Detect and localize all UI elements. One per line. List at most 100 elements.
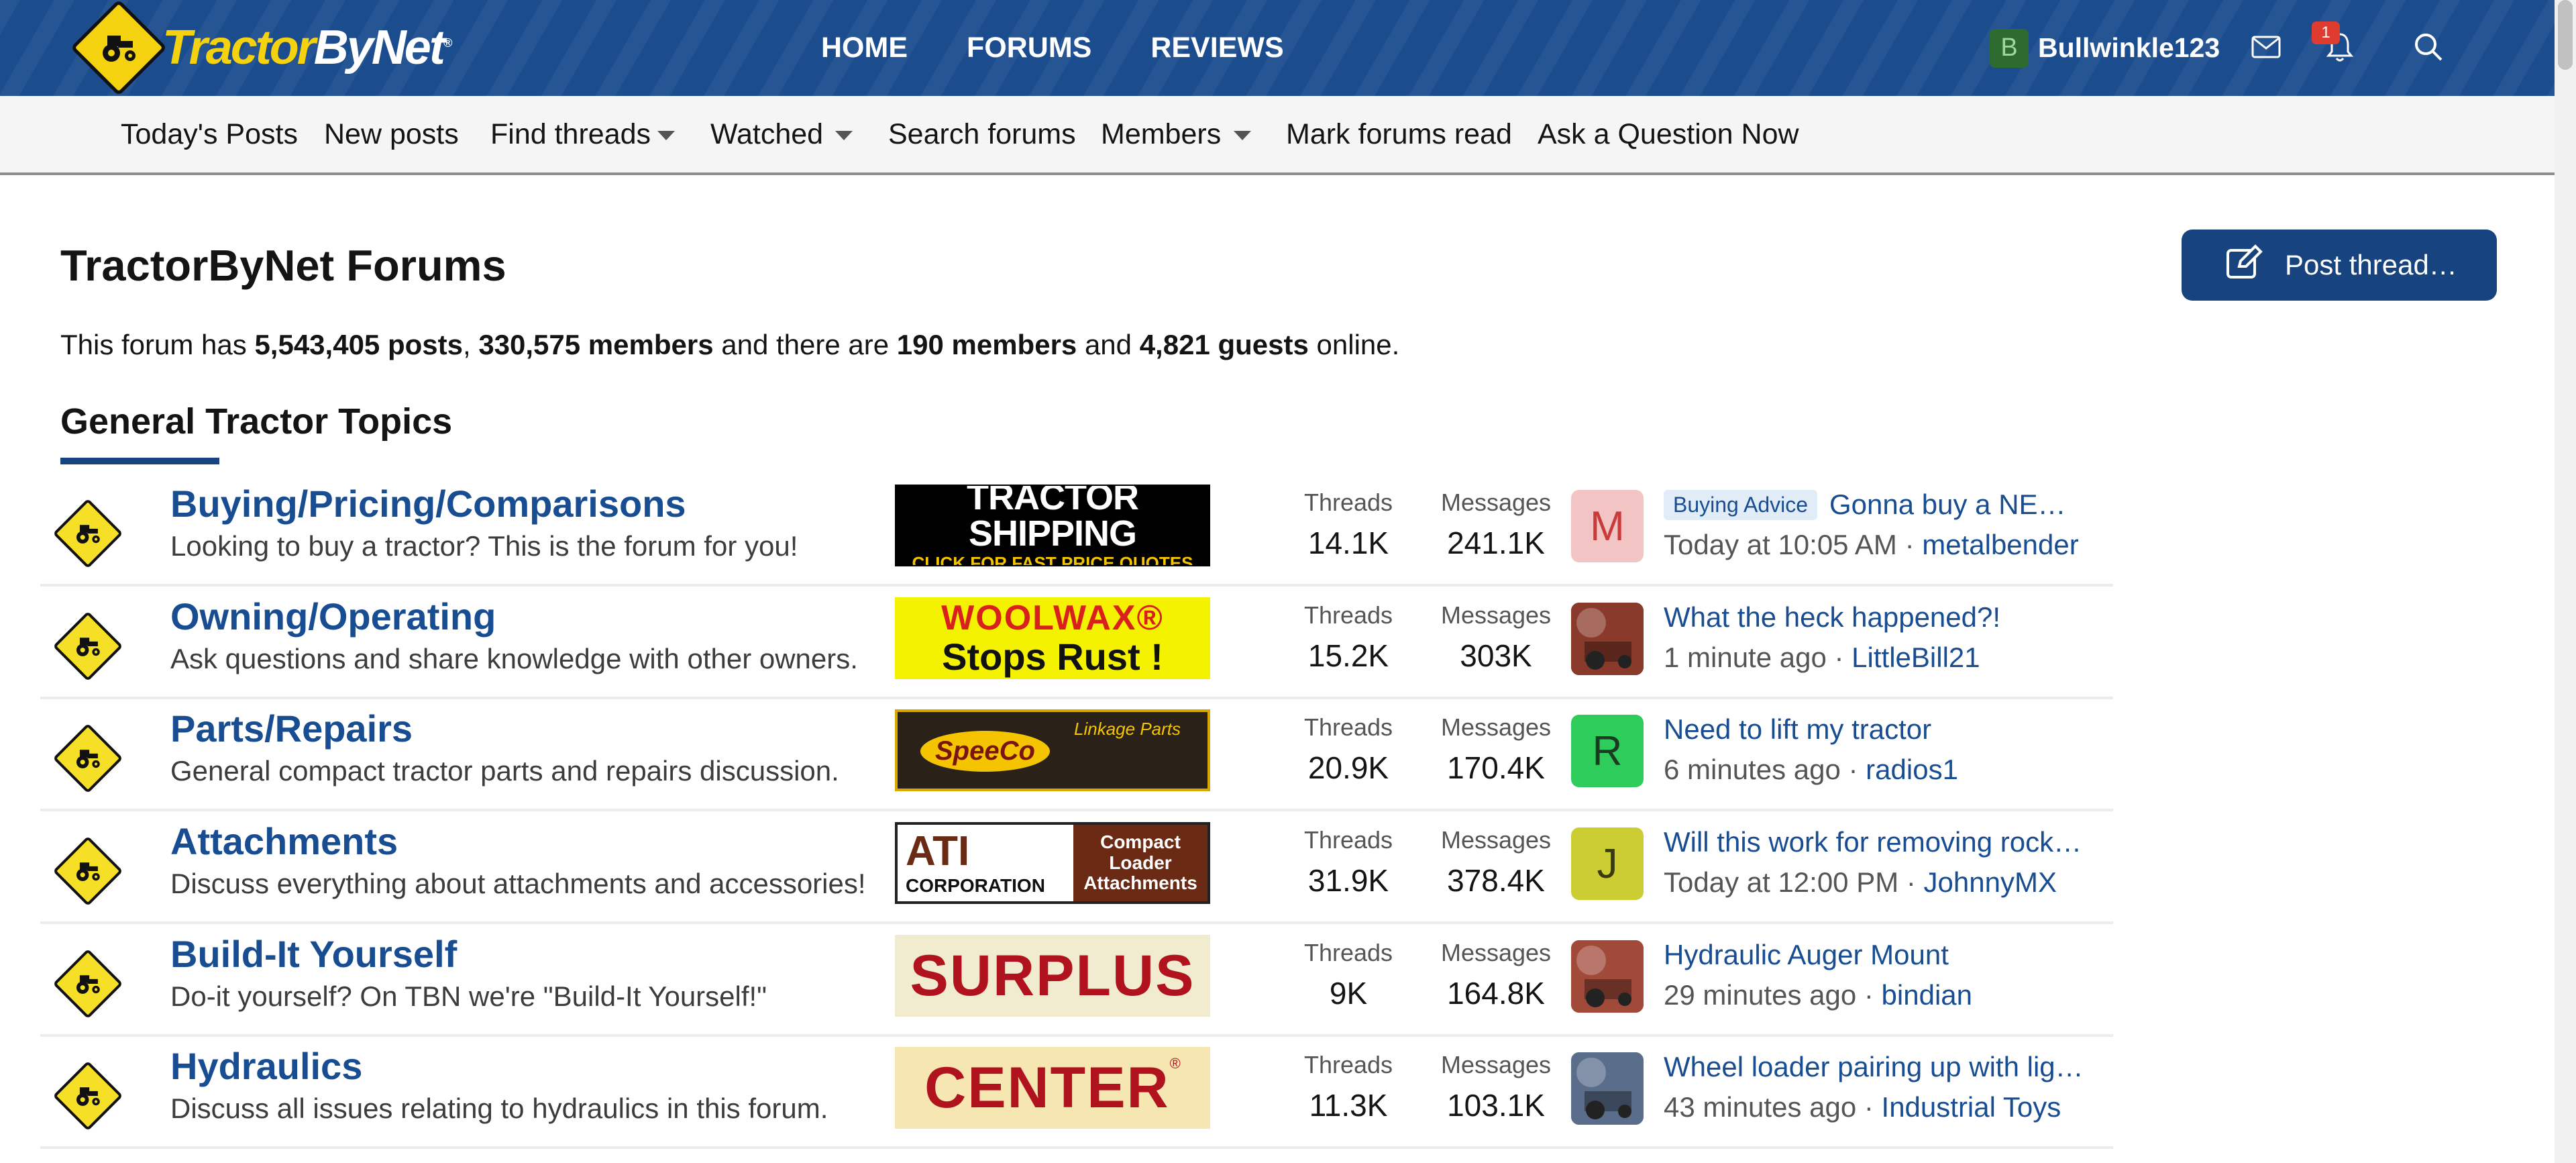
site-header: TractorByNet® HOME FORUMS REVIEWS B Bull… bbox=[0, 0, 2555, 97]
subnav-members[interactable]: Members bbox=[1101, 96, 1221, 172]
latest-meta: 43 minutes ago · Industrial Toys bbox=[1664, 1091, 2061, 1123]
forum-description: Ask questions and share knowledge with o… bbox=[170, 643, 858, 674]
latest-user[interactable]: JohnnyMX bbox=[1924, 866, 2057, 898]
avatar-letter: R bbox=[1592, 727, 1623, 774]
latest-time[interactable]: 1 minute ago bbox=[1664, 642, 1827, 673]
logo-registered-mark: ® bbox=[443, 36, 452, 50]
subnav-search-forums[interactable]: Search forums bbox=[888, 96, 1076, 172]
subnav-ask-question[interactable]: Ask a Question Now bbox=[1538, 96, 1799, 172]
username: Bullwinkle123 bbox=[2038, 32, 2220, 63]
meta-separator: · bbox=[1856, 1091, 1882, 1123]
latest-time[interactable]: 6 minutes ago bbox=[1664, 754, 1841, 785]
messages-label: Messages bbox=[1440, 939, 1552, 966]
ad-line-2: CORPORATION bbox=[906, 875, 1045, 896]
subnav-new-posts[interactable]: New posts bbox=[324, 96, 459, 172]
main-nav: HOME FORUMS REVIEWS bbox=[821, 0, 1343, 96]
forum-title[interactable]: Buying/Pricing/Comparisons bbox=[170, 482, 686, 525]
messages-label: Messages bbox=[1440, 601, 1552, 629]
latest-time[interactable]: Today at 10:05 AM bbox=[1664, 529, 1897, 560]
messages-count: 170.4K bbox=[1447, 750, 1545, 785]
nav-reviews[interactable]: REVIEWS bbox=[1150, 0, 1283, 96]
nav-home[interactable]: HOME bbox=[821, 0, 908, 96]
latest-user[interactable]: LittleBill21 bbox=[1851, 642, 1980, 673]
latest-user[interactable]: Industrial Toys bbox=[1882, 1091, 2061, 1123]
search-icon[interactable] bbox=[2408, 27, 2449, 67]
ad-line-1: SURPLUS bbox=[910, 943, 1195, 1008]
find-threads-chevron-down-icon[interactable] bbox=[657, 131, 675, 140]
latest-thread-link[interactable]: Wheel loader pairing up with lig… bbox=[1664, 1051, 2084, 1083]
latest-time[interactable]: 29 minutes ago bbox=[1664, 979, 1856, 1011]
subnav-find-threads[interactable]: Find threads bbox=[490, 96, 651, 172]
latest-user[interactable]: metalbender bbox=[1922, 529, 2078, 560]
latest-thread: Hydraulic Auger Mount bbox=[1664, 939, 1949, 971]
sponsor-ad-banner[interactable]: ATI CORPORATION Compact Loader Attachments bbox=[895, 822, 1210, 904]
forum-row: Buying/Pricing/Comparisons Looking to buy… bbox=[40, 475, 2113, 587]
ad-line-1: ATI bbox=[906, 828, 970, 874]
latest-thread-link[interactable]: What the heck happened?! bbox=[1664, 601, 2000, 634]
nav-forums[interactable]: FORUMS bbox=[967, 0, 1091, 96]
latest-thread-link[interactable]: Hydraulic Auger Mount bbox=[1664, 939, 1949, 971]
avatar-letter: M bbox=[1590, 503, 1625, 550]
latest-user[interactable]: radios1 bbox=[1866, 754, 1958, 785]
tractor-logo-icon bbox=[70, 0, 168, 97]
forum-description: Discuss all issues relating to hydraulic… bbox=[170, 1093, 828, 1124]
latest-user[interactable]: bindian bbox=[1882, 979, 1972, 1011]
messages-label: Messages bbox=[1440, 826, 1552, 854]
latest-thread-link[interactable]: Gonna buy a NE… bbox=[1829, 489, 2066, 521]
page-scrollbar[interactable] bbox=[2555, 0, 2576, 1163]
forum-title[interactable]: Attachments bbox=[170, 819, 398, 863]
forum-row: Owning/Operating Ask questions and share … bbox=[40, 588, 2113, 699]
mail-icon[interactable] bbox=[2246, 27, 2286, 67]
last-poster-avatar[interactable] bbox=[1571, 603, 1644, 675]
post-thread-button[interactable]: Post thread… bbox=[2182, 230, 2497, 301]
subnav-watched[interactable]: Watched bbox=[710, 96, 823, 172]
sponsor-ad-banner[interactable]: CENTER ® bbox=[895, 1047, 1210, 1129]
threads-label: Threads bbox=[1303, 826, 1393, 854]
forum-row: Build-It Yourself Do-it yourself? On TBN … bbox=[40, 925, 2113, 1037]
forum-title[interactable]: Owning/Operating bbox=[170, 595, 496, 638]
latest-thread-link[interactable]: Need to lift my tractor bbox=[1664, 713, 1931, 746]
subnav-mark-forums-read[interactable]: Mark forums read bbox=[1286, 96, 1512, 172]
stats-online-members: 190 members bbox=[896, 329, 1077, 360]
subnav-todays-posts[interactable]: Today's Posts bbox=[121, 96, 298, 172]
forum-tractor-icon bbox=[52, 498, 123, 569]
latest-time[interactable]: Today at 12:00 PM bbox=[1664, 866, 1898, 898]
threads-count: 14.1K bbox=[1307, 525, 1389, 560]
section-title[interactable]: General Tractor Topics bbox=[60, 401, 452, 442]
avatar-letter: J bbox=[1597, 840, 1618, 887]
site-logo[interactable]: TractorByNet® bbox=[70, 0, 452, 97]
ad-line-1: SpeeCo bbox=[920, 731, 1050, 772]
meta-separator: · bbox=[1840, 754, 1866, 785]
sponsor-ad-banner[interactable]: SURPLUS bbox=[895, 935, 1210, 1017]
ad-line-1: CENTER bbox=[924, 1055, 1170, 1120]
latest-meta: 29 minutes ago · bindian bbox=[1664, 979, 1972, 1011]
watched-chevron-down-icon[interactable] bbox=[835, 131, 853, 140]
last-poster-avatar[interactable] bbox=[1571, 1052, 1644, 1125]
sponsor-ad-banner[interactable]: WOOLWAX® Stops Rust ! bbox=[895, 597, 1210, 679]
user-menu[interactable]: B Bullwinkle123 bbox=[1990, 0, 2220, 96]
forum-title[interactable]: Hydraulics bbox=[170, 1044, 362, 1088]
scrollbar-thumb[interactable] bbox=[2558, 0, 2573, 70]
forum-title[interactable]: Build-It Yourself bbox=[170, 932, 457, 976]
stats-prefix: This forum has bbox=[60, 329, 255, 360]
latest-time[interactable]: 43 minutes ago bbox=[1664, 1091, 1856, 1123]
alerts-badge: 1 bbox=[2312, 21, 2340, 44]
last-poster-avatar[interactable]: M bbox=[1571, 490, 1644, 562]
thread-prefix-badge[interactable]: Buying Advice bbox=[1664, 489, 1818, 520]
logo-word-by: By bbox=[313, 21, 374, 74]
sponsor-ad-banner[interactable]: SpeeCo Linkage Parts bbox=[895, 709, 1210, 791]
members-chevron-down-icon[interactable] bbox=[1234, 131, 1251, 140]
last-poster-avatar[interactable]: J bbox=[1571, 827, 1644, 900]
threads-label: Threads bbox=[1303, 489, 1393, 516]
forum-title[interactable]: Parts/Repairs bbox=[170, 707, 413, 750]
latest-thread-link[interactable]: Will this work for removing rock… bbox=[1664, 826, 2082, 858]
post-thread-label: Post thread… bbox=[2285, 249, 2457, 281]
sponsor-ad-banner[interactable]: TRACTOR SHIPPING CLICK FOR FAST PRICE QUO… bbox=[895, 485, 1210, 566]
forum-tractor-icon bbox=[52, 836, 123, 907]
edit-icon bbox=[2226, 244, 2265, 287]
last-poster-avatar[interactable] bbox=[1571, 940, 1644, 1013]
last-poster-avatar[interactable]: R bbox=[1571, 715, 1644, 787]
stats-sep: , bbox=[462, 329, 479, 360]
messages-count: 164.8K bbox=[1447, 976, 1545, 1011]
forum-tractor-icon bbox=[52, 948, 123, 1019]
